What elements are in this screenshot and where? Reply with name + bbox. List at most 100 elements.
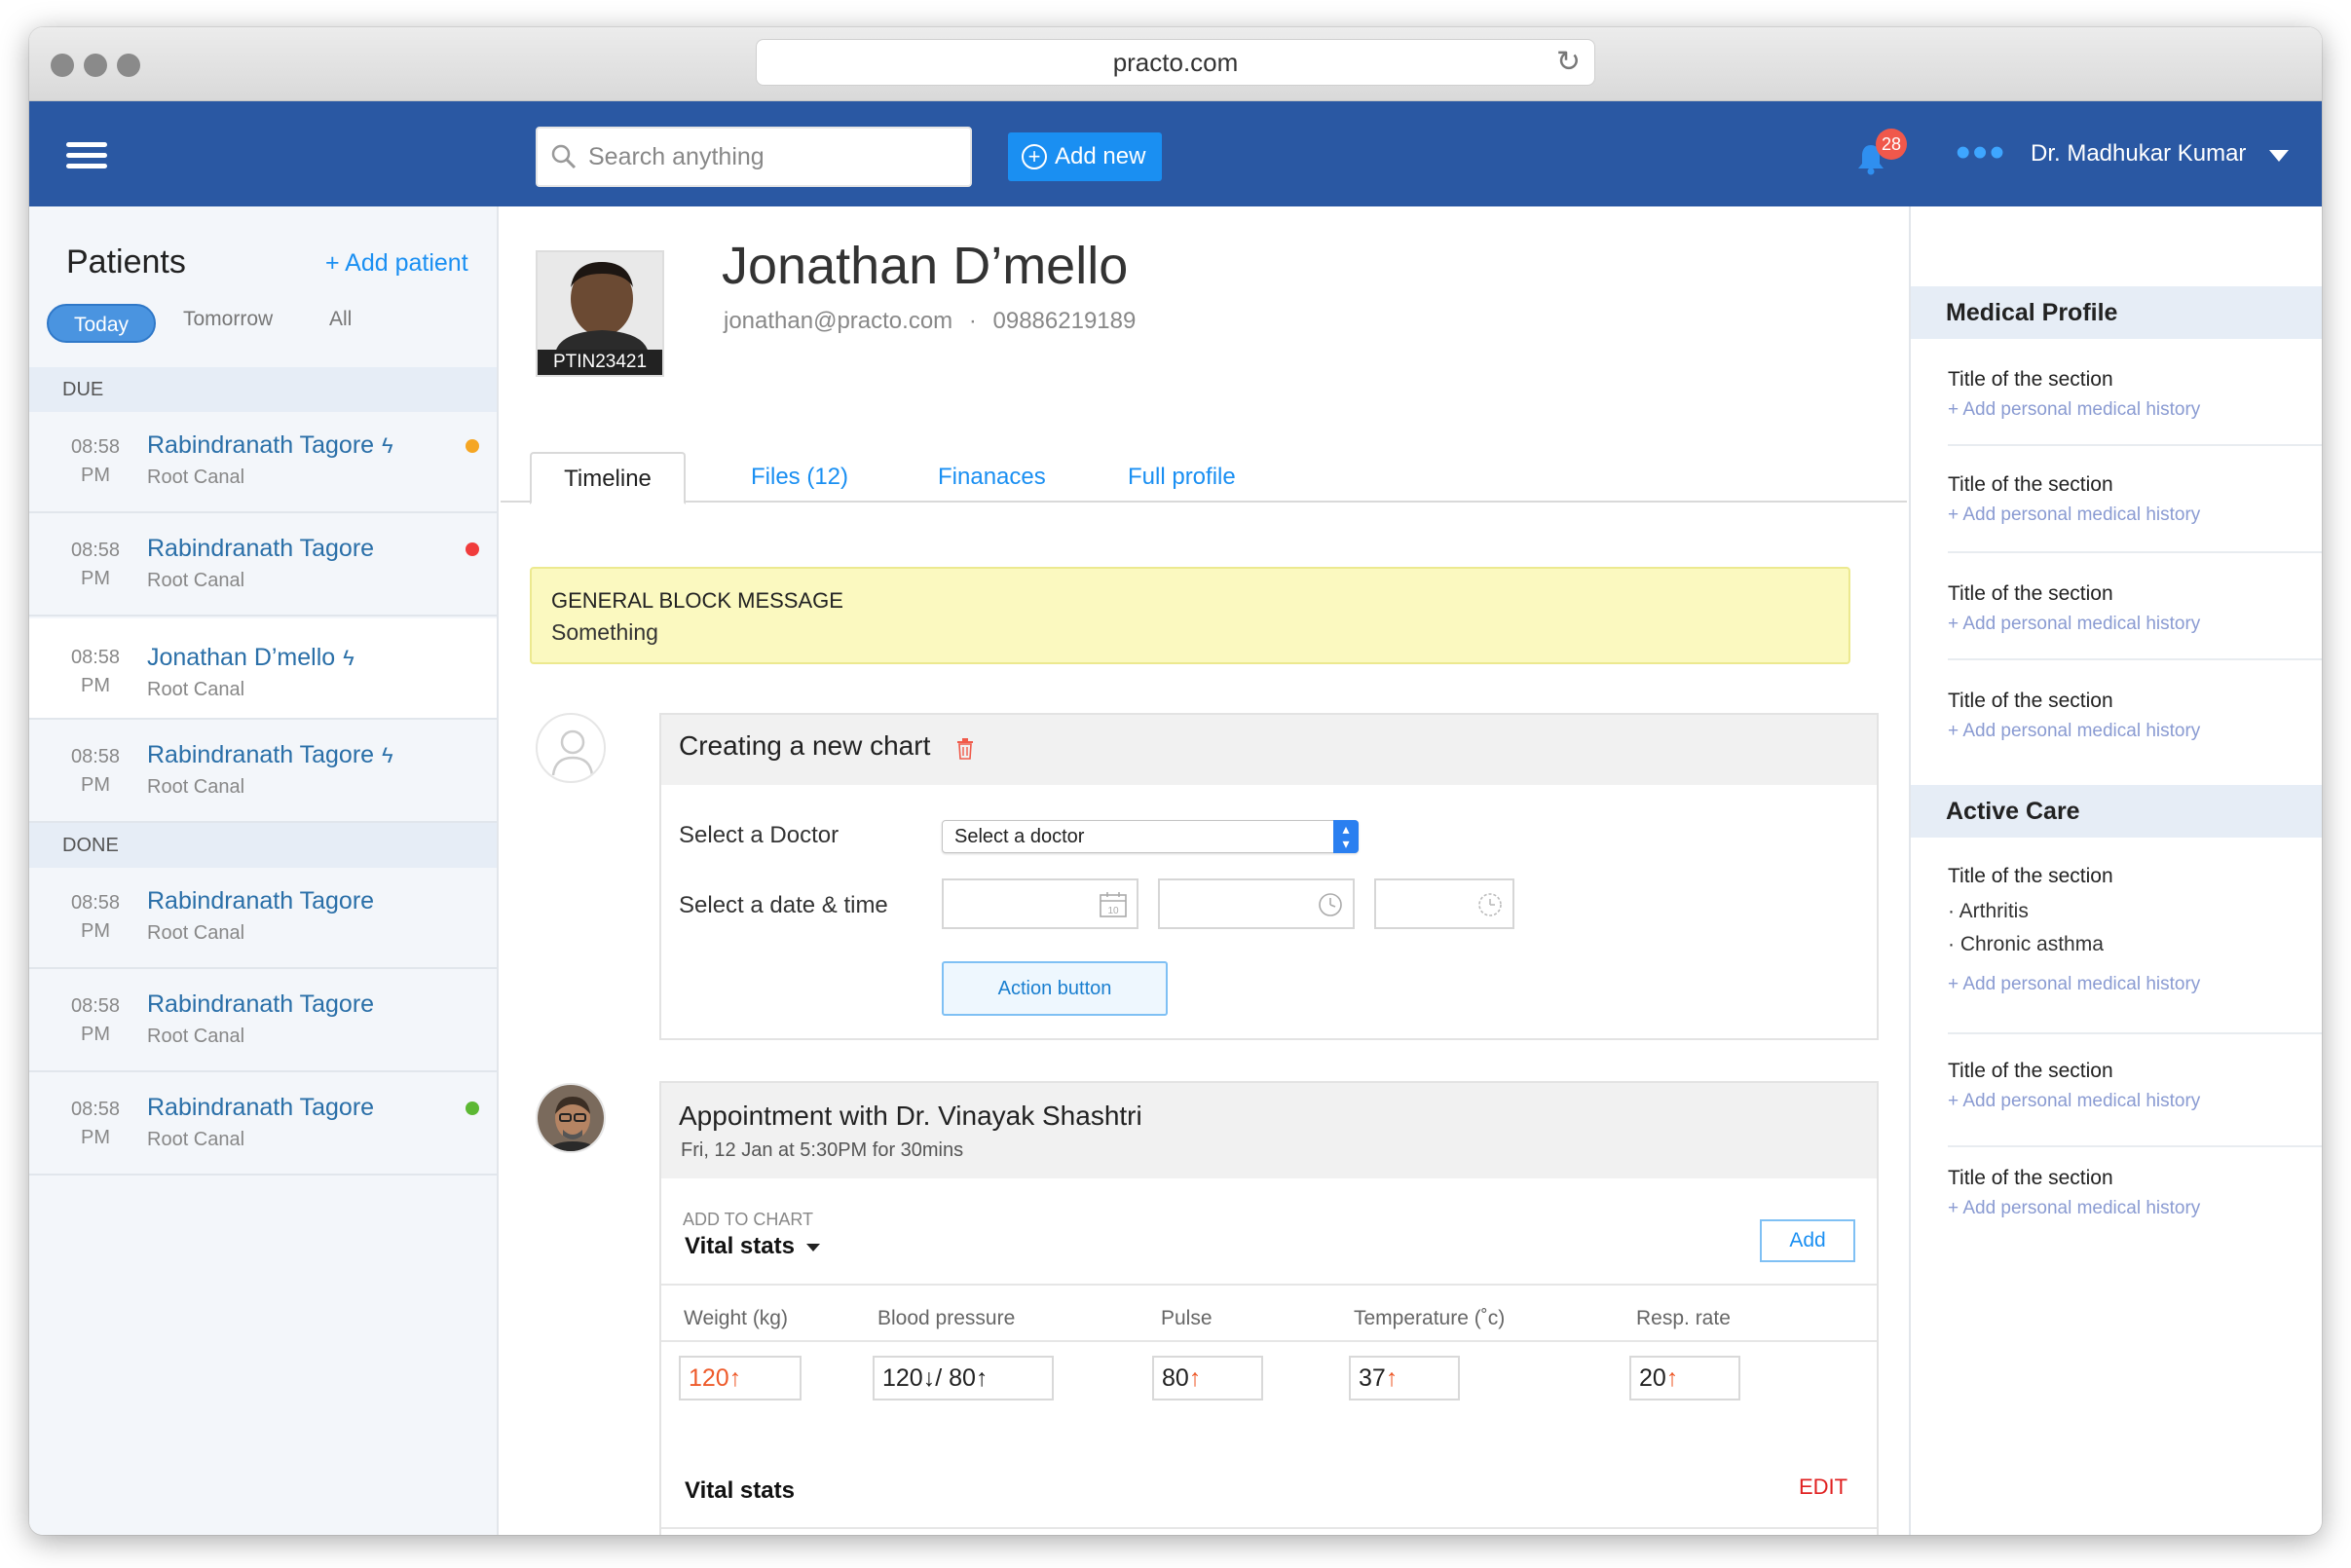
add-history-link[interactable]: + Add personal medical history — [1948, 399, 2322, 421]
doctor-avatar — [536, 1083, 606, 1153]
patient-row[interactable]: 08:58 PM Rabindranath Tagore Root Canal — [29, 868, 497, 969]
add-new-label: Add new — [1055, 143, 1146, 169]
patient-row-selected[interactable]: 08:58 PM Jonathan D’mello ϟ Root Canal — [29, 618, 497, 720]
add-history-link[interactable]: + Add personal medical history — [1948, 504, 2322, 526]
timer-icon — [1478, 893, 1502, 916]
time-input[interactable] — [1158, 878, 1355, 929]
patient-name-heading: Jonathan D’mello — [722, 237, 1129, 295]
filter-tomorrow[interactable]: Tomorrow — [183, 308, 273, 331]
patient-row[interactable]: 08:58 PM Rabindranath Tagore Root Canal — [29, 1074, 497, 1176]
arrow-up-icon: ↑ — [1385, 1364, 1399, 1392]
reload-icon[interactable]: ↻ — [1556, 40, 1581, 85]
add-history-link[interactable]: + Add personal medical history — [1948, 721, 2322, 742]
section-title: Title of the section — [1948, 1167, 2113, 1189]
edit-link[interactable]: EDIT — [1799, 1475, 1847, 1500]
patient-name: Jonathan D’mello ϟ — [147, 644, 355, 671]
tab-full-profile[interactable]: Full profile — [1128, 452, 1236, 503]
caret-down-icon — [805, 1243, 820, 1251]
pulse-input[interactable]: 80↑ — [1152, 1356, 1263, 1400]
close-window-button[interactable] — [51, 54, 74, 77]
weight-input[interactable]: 120↑ — [679, 1356, 802, 1400]
search-icon — [551, 144, 577, 169]
col-temperature: Temperature (˚c) — [1354, 1307, 1506, 1329]
add-history-link[interactable]: + Add personal medical history — [1948, 974, 2322, 995]
status-dot — [466, 439, 479, 453]
patient-row[interactable]: 08:58 PM Rabindranath Tagore Root Canal — [29, 971, 497, 1072]
add-history-link[interactable]: + Add personal medical history — [1948, 1198, 2322, 1219]
card-title: Creating a new chart — [679, 730, 931, 761]
filter-all[interactable]: All — [329, 308, 352, 331]
procedure-name: Root Canal — [147, 679, 245, 700]
status-dot — [466, 1101, 479, 1115]
section-title: Title of the section — [1948, 368, 2113, 391]
date-input[interactable]: 10 — [942, 878, 1138, 929]
calendar-icon: 10 — [1100, 892, 1127, 917]
lightning-icon: ϟ — [382, 743, 393, 767]
add-patient-link[interactable]: + Add patient — [325, 249, 468, 278]
browser-window: practo.com ↻ + Add new 28 ••• Dr. Madhuk… — [29, 27, 2322, 1535]
user-name[interactable]: Dr. Madhukar Kumar — [2031, 140, 2246, 168]
procedure-name: Root Canal — [147, 776, 245, 798]
patient-name: Rabindranath Tagore — [147, 1094, 375, 1121]
medical-profile-header: Medical Profile — [1911, 286, 2322, 339]
patient-row[interactable]: 08:58 PM Rabindranath Tagore ϟ Root Canal — [29, 412, 497, 513]
blood-pressure-input[interactable]: 120↓/ 80↑ — [873, 1356, 1054, 1400]
tab-bar: Timeline Files (12) Finanaces Full profi… — [501, 452, 1907, 504]
add-new-button[interactable]: + Add new — [1008, 132, 1162, 181]
patient-name: Rabindranath Tagore ϟ — [147, 741, 393, 768]
minimize-window-button[interactable] — [84, 54, 107, 77]
temperature-input[interactable]: 37↑ — [1349, 1356, 1460, 1400]
resp-rate-input[interactable]: 20↑ — [1629, 1356, 1740, 1400]
appointment-time: 08:58 PM — [70, 1099, 121, 1148]
col-pulse: Pulse — [1161, 1307, 1213, 1329]
chevron-down-icon[interactable] — [2269, 150, 2289, 162]
appointment-subtitle: Fri, 12 Jan at 5:30PM for 30mins — [681, 1139, 964, 1161]
more-options-icon[interactable]: ••• — [1956, 131, 2006, 174]
select-arrows-icon: ▴ ▾ — [1333, 820, 1359, 853]
vital-stats-dropdown[interactable]: Vital stats — [685, 1233, 820, 1260]
trash-icon[interactable] — [956, 738, 974, 760]
patient-phone[interactable]: 09886219189 — [993, 308, 1137, 334]
patient-name: Rabindranath Tagore — [147, 887, 375, 915]
profile-section: Title of the section + Add personal medi… — [1948, 473, 2322, 553]
sidebar-title: Patients — [66, 243, 186, 280]
tab-files[interactable]: Files (12) — [751, 452, 848, 503]
card-header: Creating a new chart — [661, 715, 1877, 785]
procedure-name: Root Canal — [147, 1026, 245, 1047]
lightning-icon: ϟ — [382, 433, 393, 458]
section-title: Title of the section — [1948, 1060, 2113, 1082]
lightning-icon: ϟ — [343, 646, 355, 670]
add-history-link[interactable]: + Add personal medical history — [1948, 614, 2322, 635]
patients-sidebar: Patients + Add patient Today Tomorrow Al… — [29, 206, 499, 1535]
action-button[interactable]: Action button — [942, 961, 1168, 1016]
maximize-window-button[interactable] — [117, 54, 140, 77]
search-box[interactable] — [536, 127, 972, 187]
medical-profile-panel: Medical Profile Title of the section + A… — [1909, 206, 2322, 1535]
profile-section: Title of the section + Add personal medi… — [1948, 582, 2322, 660]
address-bar[interactable]: practo.com ↻ — [756, 39, 1595, 86]
tab-finances[interactable]: Finanaces — [938, 452, 1046, 503]
patient-email[interactable]: jonathan@practo.com — [724, 308, 952, 334]
search-input[interactable] — [588, 136, 958, 177]
due-section-header: DUE — [29, 367, 497, 412]
add-button[interactable]: Add — [1760, 1219, 1855, 1262]
browser-chrome: practo.com ↻ — [29, 27, 2322, 101]
new-chart-card: Creating a new chart Select a Doctor Sel… — [659, 713, 1879, 1040]
tab-timeline[interactable]: Timeline — [530, 452, 686, 504]
duration-input[interactable] — [1374, 878, 1514, 929]
patient-name: Rabindranath Tagore ϟ — [147, 431, 393, 459]
filter-today[interactable]: Today — [47, 304, 156, 343]
menu-icon[interactable] — [66, 142, 107, 171]
appointment-time: 08:58 PM — [70, 746, 121, 796]
appointment-time: 08:58 PM — [70, 892, 121, 942]
profile-section: Title of the section + Add personal medi… — [1948, 1167, 2322, 1245]
patient-row[interactable]: 08:58 PM Rabindranath Tagore ϟ Root Canal — [29, 722, 497, 823]
section-title: Title of the section — [1948, 865, 2113, 887]
profile-section: Title of the section + Add personal medi… — [1948, 690, 2322, 767]
datetime-label: Select a date & time — [679, 892, 888, 918]
doctor-select[interactable]: Select a doctor ▴ ▾ — [942, 820, 1359, 853]
patient-row[interactable]: 08:58 PM Rabindranath Tagore Root Canal — [29, 515, 497, 616]
active-care-header: Active Care — [1911, 785, 2322, 838]
add-history-link[interactable]: + Add personal medical history — [1948, 1091, 2322, 1112]
notification-badge: 28 — [1876, 129, 1907, 160]
